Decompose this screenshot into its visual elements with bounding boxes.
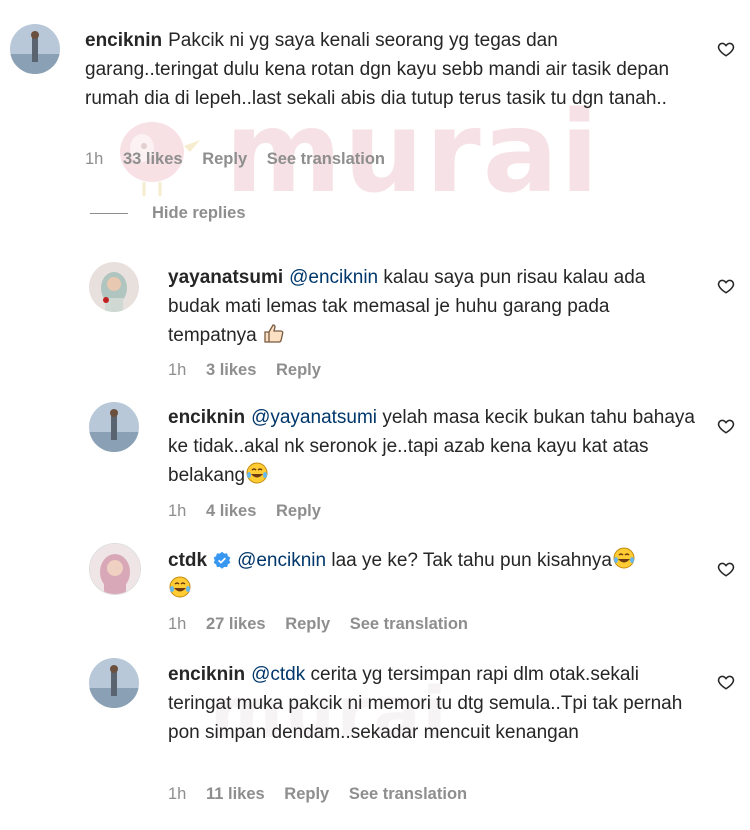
comment-time: 1h — [168, 502, 187, 520]
verified-badge-icon — [213, 551, 231, 569]
comment-body: Pakcik ni yg saya kenali seorang yg tega… — [85, 30, 670, 109]
comment-meta: 1h 3 likes Reply — [168, 361, 336, 380]
comment-likes[interactable]: 3 likes — [206, 361, 256, 379]
reply-button[interactable]: Reply — [202, 150, 247, 168]
comment-time: 1h — [168, 785, 187, 803]
comment-username[interactable]: enciknin — [85, 30, 162, 51]
comment-username[interactable]: ctdk — [168, 550, 207, 571]
tears-of-joy-emoji — [169, 576, 191, 598]
hide-replies-label: Hide replies — [152, 204, 246, 222]
comment-likes[interactable]: 4 likes — [206, 502, 256, 520]
comment-username[interactable]: enciknin — [168, 407, 245, 428]
comment-mention[interactable]: @ctdk — [251, 664, 305, 685]
like-heart-icon[interactable] — [717, 277, 735, 295]
hide-replies-button[interactable]: Hide replies — [90, 204, 246, 223]
comment-meta: 1h 4 likes Reply — [168, 502, 336, 521]
comment-meta: 1h 27 likes Reply See translation — [168, 615, 483, 634]
comment-time: 1h — [85, 150, 104, 168]
comment-text: enciknin @yayanatsumi yelah masa kecik bu… — [168, 403, 698, 490]
reply-button[interactable]: Reply — [276, 361, 321, 379]
comment-mention[interactable]: @enciknin — [237, 550, 326, 571]
avatar[interactable] — [89, 543, 141, 595]
comment-likes[interactable]: 27 likes — [206, 615, 266, 633]
see-translation-button[interactable]: See translation — [349, 785, 467, 803]
comment-username[interactable]: enciknin — [168, 664, 245, 685]
comment-username[interactable]: yayanatsumi — [168, 267, 283, 288]
comment-body: laa ye ke? Tak tahu pun kisahnya — [331, 550, 612, 571]
avatar[interactable] — [10, 24, 60, 74]
comment-meta: 1h 11 likes Reply See translation — [168, 785, 482, 804]
like-heart-icon[interactable] — [717, 673, 735, 691]
reply-button[interactable]: Reply — [285, 615, 330, 633]
reply-button[interactable]: Reply — [276, 502, 321, 520]
tears-of-joy-emoji — [613, 547, 635, 569]
thumbs-up-emoji — [264, 324, 284, 343]
comment-mention[interactable]: @enciknin — [289, 267, 378, 288]
comment-mention[interactable]: @yayanatsumi — [251, 407, 377, 428]
avatar[interactable] — [89, 658, 139, 708]
comment-meta: 1h 33 likes Reply See translation — [85, 150, 400, 169]
see-translation-button[interactable]: See translation — [350, 615, 468, 633]
comment-text: yayanatsumi @enciknin kalau saya pun risa… — [168, 263, 688, 350]
comment-time: 1h — [168, 615, 187, 633]
comment-likes[interactable]: 11 likes — [206, 785, 265, 803]
tears-of-joy-emoji — [246, 462, 268, 484]
like-heart-icon[interactable] — [717, 40, 735, 58]
comment-text: enciknin Pakcik ni yg saya kenali seorang… — [85, 26, 675, 113]
avatar[interactable] — [89, 262, 139, 312]
avatar[interactable] — [89, 402, 139, 452]
like-heart-icon[interactable] — [717, 560, 735, 578]
comment-time: 1h — [168, 361, 187, 379]
see-translation-button[interactable]: See translation — [267, 150, 385, 168]
comment-likes[interactable]: 33 likes — [123, 150, 183, 168]
comment-text: enciknin @ctdk cerita yg tersimpan rapi d… — [168, 660, 698, 747]
reply-button[interactable]: Reply — [284, 785, 329, 803]
divider — [90, 213, 128, 215]
comment-text: ctdk @enciknin laa ye ke? Tak tahu pun ki… — [168, 546, 698, 604]
comment-body: cerita yg tersimpan rapi dlm otak.sekali… — [168, 664, 683, 743]
like-heart-icon[interactable] — [717, 417, 735, 435]
